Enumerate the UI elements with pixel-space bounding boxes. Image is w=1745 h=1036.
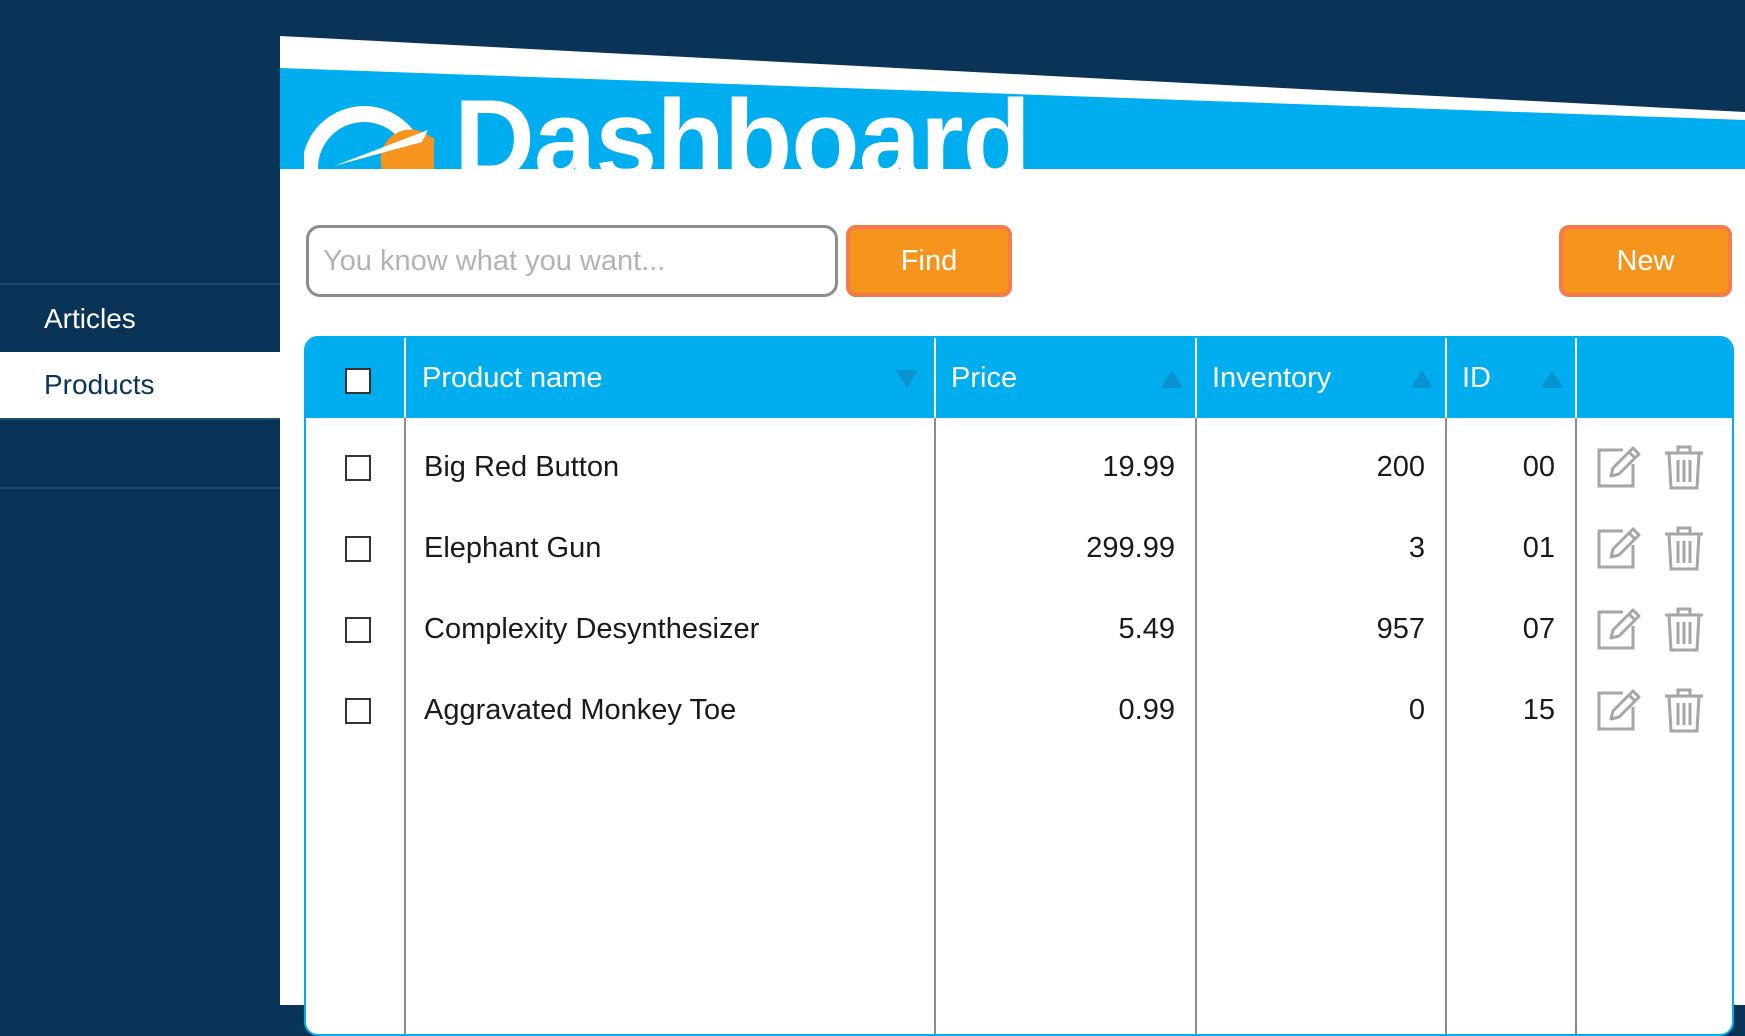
trash-icon[interactable] xyxy=(1659,523,1709,573)
sort-descending-icon[interactable] xyxy=(896,370,918,388)
column-header-inventory[interactable]: Inventory xyxy=(1212,338,1331,418)
table-header: Product name Price Inventory ID xyxy=(306,338,1732,418)
column-header-product-name[interactable]: Product name xyxy=(422,338,603,418)
sidebar-item-label: Products xyxy=(44,369,155,400)
sidebar: Articles Products xyxy=(0,0,280,1005)
id-cell: 00 xyxy=(1522,451,1555,483)
header-divider xyxy=(404,338,406,418)
trash-icon[interactable] xyxy=(1659,685,1709,735)
sort-ascending-icon[interactable] xyxy=(1411,370,1433,388)
products-table: Product name Price Inventory ID Big Red … xyxy=(304,336,1734,1036)
main-panel: Dashboard Find New Product name Price In… xyxy=(280,0,1745,1036)
id-cell: 01 xyxy=(1522,532,1555,564)
inventory-cell: 0 xyxy=(1408,694,1425,726)
inventory-cell: 200 xyxy=(1376,451,1425,483)
table-row: Aggravated Monkey Toe 0.99 0 15 xyxy=(306,670,1732,751)
select-all-checkbox[interactable] xyxy=(345,368,371,394)
sidebar-divider xyxy=(0,487,280,489)
edit-icon[interactable] xyxy=(1593,523,1643,573)
edit-icon[interactable] xyxy=(1593,442,1643,492)
speedometer-icon xyxy=(304,106,434,169)
price-cell: 0.99 xyxy=(1118,694,1175,726)
header-divider xyxy=(934,338,936,418)
find-button[interactable]: Find xyxy=(846,225,1012,297)
sidebar-divider xyxy=(0,418,280,420)
price-cell: 299.99 xyxy=(1086,532,1175,564)
sidebar-divider xyxy=(0,283,280,285)
sidebar-item-articles[interactable]: Articles xyxy=(0,286,280,352)
id-cell: 15 xyxy=(1522,694,1555,726)
product-name-cell: Elephant Gun xyxy=(424,532,602,564)
edit-icon[interactable] xyxy=(1593,604,1643,654)
column-header-price[interactable]: Price xyxy=(951,338,1017,418)
header-divider xyxy=(1445,338,1447,418)
trash-icon[interactable] xyxy=(1659,442,1709,492)
product-name-cell: Big Red Button xyxy=(424,451,620,483)
row-checkbox[interactable] xyxy=(345,617,371,643)
row-checkbox[interactable] xyxy=(345,698,371,724)
sidebar-item-products[interactable]: Products xyxy=(0,352,280,418)
product-name-cell: Complexity Desynthesizer xyxy=(424,613,760,645)
page-title: Dashboard xyxy=(454,77,1030,169)
sort-ascending-icon[interactable] xyxy=(1161,370,1183,388)
column-header-id[interactable]: ID xyxy=(1462,338,1491,418)
product-name-cell: Aggravated Monkey Toe xyxy=(424,694,737,726)
trash-icon[interactable] xyxy=(1659,604,1709,654)
inventory-cell: 3 xyxy=(1408,532,1425,564)
price-cell: 19.99 xyxy=(1102,451,1175,483)
sort-ascending-icon[interactable] xyxy=(1541,370,1563,388)
edit-icon[interactable] xyxy=(1593,685,1643,735)
row-checkbox[interactable] xyxy=(345,455,371,481)
header-divider xyxy=(1575,338,1577,418)
search-input[interactable] xyxy=(306,225,838,297)
header-divider xyxy=(1195,338,1197,418)
row-checkbox[interactable] xyxy=(345,536,371,562)
table-row: Big Red Button 19.99 200 00 xyxy=(306,427,1732,508)
id-cell: 07 xyxy=(1522,613,1555,645)
price-cell: 5.49 xyxy=(1118,613,1175,645)
dashboard-logo xyxy=(304,96,434,169)
new-button[interactable]: New xyxy=(1559,225,1732,297)
table-row: Complexity Desynthesizer 5.49 957 07 xyxy=(306,589,1732,670)
inventory-cell: 957 xyxy=(1376,613,1425,645)
sidebar-item-label: Articles xyxy=(44,303,136,334)
table-row: Elephant Gun 299.99 3 01 xyxy=(306,508,1732,589)
